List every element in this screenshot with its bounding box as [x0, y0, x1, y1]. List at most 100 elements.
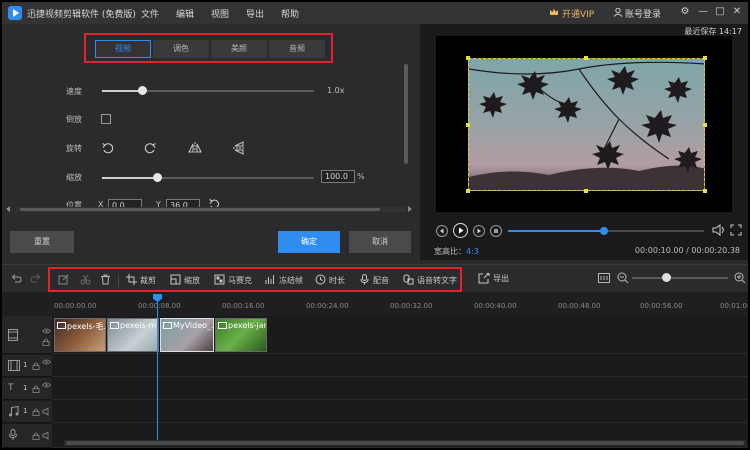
menu-export[interactable]: 导出 — [246, 7, 264, 20]
crop-handle-top[interactable] — [584, 56, 588, 60]
panel-vertical-scrollbar[interactable] — [403, 42, 409, 202]
speaker-icon[interactable] — [42, 407, 51, 416]
crop-icon[interactable] — [126, 274, 137, 285]
tool-crop[interactable]: 裁剪 — [140, 275, 156, 286]
menu-help[interactable]: 帮助 — [281, 7, 299, 20]
tab-video[interactable]: 视频 — [95, 40, 151, 58]
timeline-tracks: pexels-毛... pexels-m... MyVideo_... pexe… — [2, 316, 748, 448]
close-button[interactable]: ✕ — [730, 5, 744, 19]
scale-input[interactable]: 100.0 — [321, 170, 355, 183]
previous-frame-icon[interactable] — [436, 225, 448, 237]
flip-horizontal-icon[interactable] — [188, 141, 202, 155]
reset-button[interactable]: 重置 — [10, 231, 74, 253]
export-icon[interactable] — [478, 273, 490, 284]
crop-handle-bottom[interactable] — [584, 189, 588, 193]
timeline-zoom-slider[interactable] — [632, 277, 728, 279]
stop-button[interactable] — [490, 225, 502, 237]
login-button[interactable]: 账号登录 — [625, 7, 661, 20]
maximize-button[interactable]: □ — [713, 5, 727, 19]
confirm-button[interactable]: 确定 — [278, 231, 340, 253]
volume-icon[interactable] — [712, 224, 726, 236]
rotate-right-icon[interactable] — [143, 141, 157, 155]
mosaic-icon[interactable] — [214, 274, 225, 285]
crop-handle-bottom-left[interactable] — [466, 189, 470, 193]
menu-edit[interactable]: 编辑 — [176, 7, 194, 20]
speech-to-text-icon[interactable] — [403, 274, 414, 285]
panel-horizontal-scrollbar[interactable] — [16, 207, 406, 212]
crop-handle-bottom-right[interactable] — [703, 189, 707, 193]
play-button[interactable] — [453, 223, 468, 238]
duration-icon[interactable] — [315, 274, 326, 285]
crop-handle-top-right[interactable] — [703, 56, 707, 60]
cancel-button[interactable]: 取消 — [349, 231, 411, 253]
lock-icon[interactable] — [42, 338, 50, 346]
timeline-zoom-handle[interactable] — [662, 273, 671, 282]
text-track-icon: T — [8, 383, 14, 393]
preview-panel: 最近保存 14:17 宽高比：4:3 00:00:10.00 / 00:00:2… — [420, 24, 748, 260]
aspect-ratio-value[interactable]: 4:3 — [466, 247, 479, 256]
lock-icon[interactable] — [32, 432, 40, 440]
tool-zoom[interactable]: 缩放 — [184, 275, 200, 286]
lock-icon[interactable] — [32, 408, 40, 416]
aspect-ratio[interactable]: 宽高比：4:3 — [434, 246, 479, 257]
tab-audio[interactable]: 音频 — [269, 40, 325, 58]
zoom-icon[interactable] — [170, 274, 181, 285]
minimize-button[interactable]: — — [696, 5, 710, 19]
undo-icon[interactable] — [10, 273, 22, 283]
tab-color[interactable]: 调色 — [153, 40, 209, 58]
menu-file[interactable]: 文件 — [141, 7, 159, 20]
video-clip[interactable]: pexels-jar... — [215, 318, 267, 352]
export-button[interactable]: 导出 — [493, 273, 509, 284]
edit-icon[interactable] — [58, 274, 69, 285]
menu-view[interactable]: 视图 — [211, 7, 229, 20]
tool-freeze-frame[interactable]: 冻结帧 — [279, 275, 303, 286]
timeline-horizontal-scrollbar[interactable] — [64, 440, 746, 446]
redo-icon[interactable] — [30, 273, 42, 283]
lock-icon[interactable] — [32, 362, 40, 370]
zoom-out-icon[interactable] — [617, 272, 629, 284]
speed-slider[interactable] — [102, 86, 314, 95]
speaker-icon[interactable] — [42, 431, 51, 440]
speed-slider-handle[interactable] — [138, 86, 148, 95]
vip-button[interactable]: 开通VIP — [562, 7, 594, 20]
settings-icon[interactable]: ⚙ — [678, 5, 692, 19]
visibility-icon[interactable] — [42, 328, 51, 334]
scroll-left-arrow-icon[interactable] — [6, 206, 10, 212]
freeze-frame-icon[interactable] — [265, 274, 276, 285]
flip-vertical-icon[interactable] — [232, 141, 246, 155]
split-icon[interactable] — [80, 274, 91, 285]
speed-label: 速度 — [66, 87, 82, 96]
visibility-icon[interactable] — [42, 359, 51, 365]
microphone-icon[interactable] — [359, 274, 370, 285]
crop-handle-top-left[interactable] — [466, 56, 470, 60]
lock-icon[interactable] — [32, 385, 40, 393]
tool-mosaic[interactable]: 马赛克 — [228, 275, 252, 286]
zoom-in-icon[interactable] — [734, 272, 746, 284]
playback-progress[interactable] — [508, 227, 704, 235]
preview-video-frame[interactable] — [468, 58, 705, 191]
reverse-checkbox[interactable] — [101, 114, 111, 124]
crop-handle-left[interactable] — [466, 123, 470, 127]
playback-progress-handle[interactable] — [600, 227, 609, 235]
tool-duration[interactable]: 时长 — [329, 275, 345, 286]
crop-handle-right[interactable] — [703, 123, 707, 127]
video-clip-selected[interactable]: MyVideo_... — [160, 318, 214, 352]
next-frame-icon[interactable] — [473, 225, 485, 237]
video-clip[interactable]: pexels-毛... — [54, 318, 106, 352]
playhead-line[interactable] — [157, 298, 158, 440]
rotate-left-icon[interactable] — [101, 141, 115, 155]
scale-slider-handle[interactable] — [153, 173, 163, 182]
video-clip[interactable]: pexels-m... — [107, 318, 159, 352]
tab-beauty[interactable]: 美颜 — [211, 40, 267, 58]
visibility-icon[interactable] — [42, 382, 51, 388]
fit-timeline-icon[interactable] — [598, 273, 610, 283]
scale-slider[interactable] — [102, 173, 314, 182]
scroll-right-arrow-icon[interactable] — [408, 206, 412, 212]
delete-icon[interactable] — [100, 274, 111, 285]
property-panel: 视频 调色 美颜 音频 速度 1.0x 倒放 旋转 缩放 100.0 % 位置 … — [2, 24, 417, 260]
track-number: 1 — [23, 407, 28, 415]
tool-speech-to-text[interactable]: 语音转文字 — [417, 275, 457, 286]
fullscreen-icon[interactable] — [730, 224, 742, 236]
timeline-ruler[interactable]: 00:00:00.00 00:00:08.00 00:00:16.00 00:0… — [2, 292, 748, 316]
tool-dubbing[interactable]: 配音 — [373, 275, 389, 286]
